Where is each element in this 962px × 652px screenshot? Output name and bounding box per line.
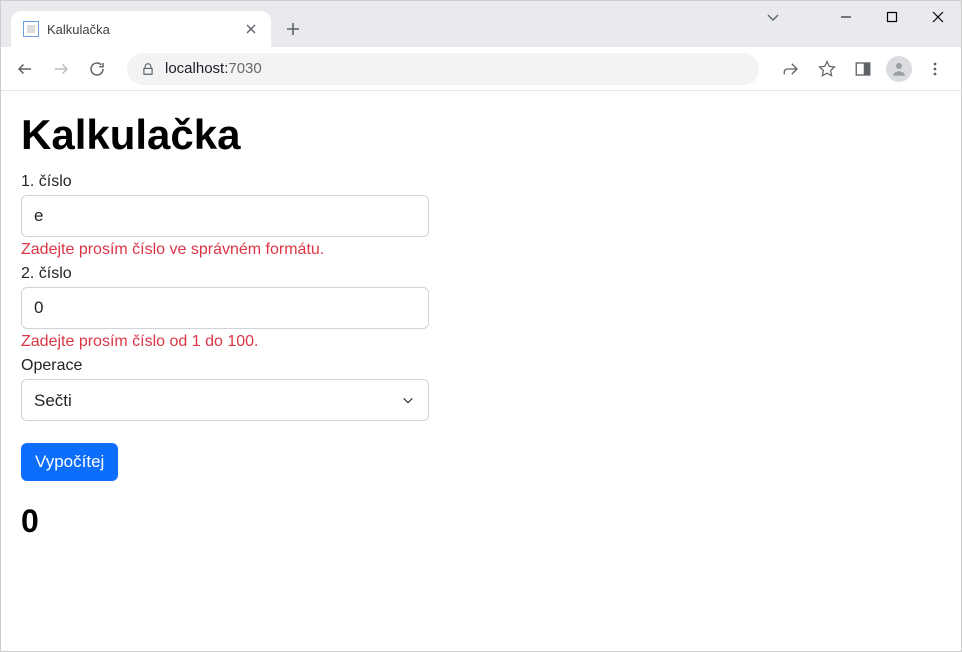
maximize-icon	[886, 11, 898, 23]
address-bar[interactable]: localhost:7030	[127, 53, 759, 85]
avatar-icon	[886, 56, 912, 82]
window-controls	[823, 1, 961, 33]
side-panel-button[interactable]	[847, 53, 879, 85]
menu-button[interactable]	[919, 53, 951, 85]
result-value: 0	[21, 503, 941, 540]
field2-input[interactable]	[21, 287, 429, 329]
star-icon	[818, 60, 836, 78]
panel-icon	[854, 60, 872, 78]
titlebar: Kalkulačka	[1, 1, 961, 47]
url-host: localhost:	[165, 60, 228, 77]
profile-button[interactable]	[883, 53, 915, 85]
browser-toolbar: localhost:7030	[1, 47, 961, 91]
close-tab-button[interactable]	[243, 21, 259, 37]
close-window-button[interactable]	[915, 1, 961, 33]
chevron-down-icon	[765, 9, 781, 25]
minimize-icon	[840, 11, 852, 23]
field1-group: 1. číslo Zadejte prosím číslo ve správné…	[21, 173, 941, 259]
tab-search-button[interactable]	[765, 9, 781, 25]
lock-icon	[141, 62, 155, 76]
forward-button[interactable]	[47, 55, 75, 83]
field2-error: Zadejte prosím číslo od 1 do 100.	[21, 333, 941, 351]
back-button[interactable]	[11, 55, 39, 83]
kebab-icon	[927, 61, 943, 77]
tab-title: Kalkulačka	[47, 22, 235, 37]
bookmark-button[interactable]	[811, 53, 843, 85]
page-content: Kalkulačka 1. číslo Zadejte prosím číslo…	[1, 91, 961, 651]
reload-icon	[88, 60, 106, 78]
operation-select[interactable]: Sečti	[21, 379, 429, 421]
submit-button[interactable]: Vypočítej	[21, 443, 118, 481]
browser-tab[interactable]: Kalkulačka	[11, 11, 271, 47]
field2-label: 2. číslo	[21, 265, 941, 283]
field2-group: 2. číslo Zadejte prosím číslo od 1 do 10…	[21, 265, 941, 351]
operation-label: Operace	[21, 357, 941, 375]
new-tab-button[interactable]	[279, 15, 307, 43]
share-icon	[782, 60, 800, 78]
arrow-left-icon	[16, 60, 34, 78]
close-icon	[932, 11, 944, 23]
operation-group: Operace Sečti	[21, 357, 941, 421]
field1-input[interactable]	[21, 195, 429, 237]
favicon-icon	[23, 21, 39, 37]
url-port: 7030	[228, 60, 261, 77]
url-text: localhost:7030	[165, 60, 745, 77]
reload-button[interactable]	[83, 55, 111, 83]
page-heading: Kalkulačka	[21, 111, 941, 159]
close-icon	[246, 24, 256, 34]
plus-icon	[286, 22, 300, 36]
browser-window: Kalkulačka	[0, 0, 962, 652]
field1-error: Zadejte prosím číslo ve správném formátu…	[21, 241, 941, 259]
arrow-right-icon	[52, 60, 70, 78]
minimize-button[interactable]	[823, 1, 869, 33]
share-button[interactable]	[775, 53, 807, 85]
tab-strip: Kalkulačka	[1, 1, 307, 47]
field1-label: 1. číslo	[21, 173, 941, 191]
maximize-button[interactable]	[869, 1, 915, 33]
toolbar-right	[775, 53, 951, 85]
